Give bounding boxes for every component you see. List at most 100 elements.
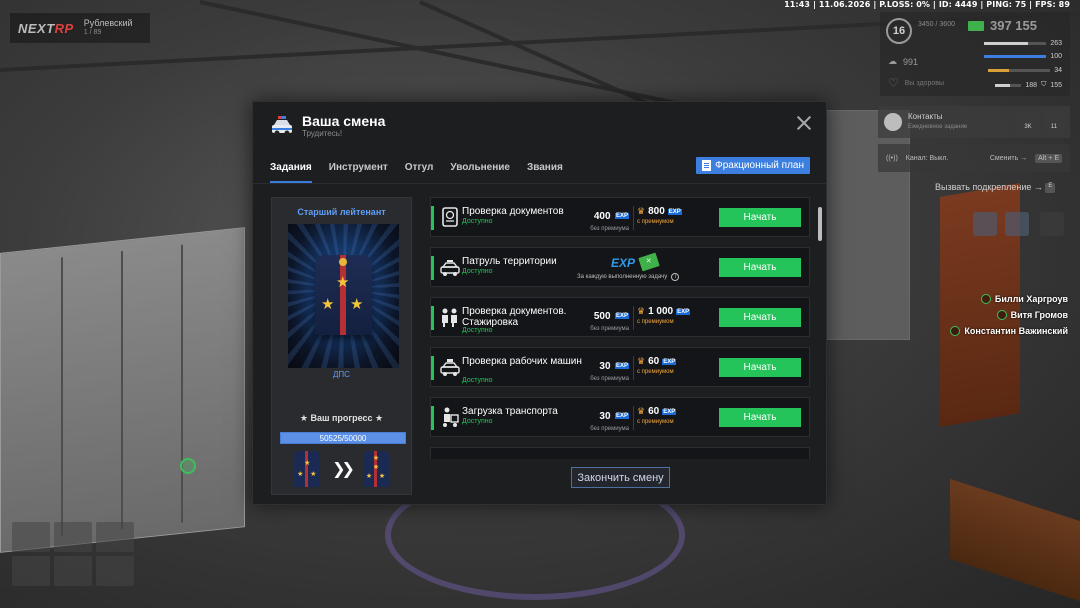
inventory-slot[interactable] (96, 522, 134, 552)
voice-player: Константин Важинский (950, 323, 1068, 339)
task-item: Загрузка транспорта Доступно 30 EXP без … (430, 397, 810, 437)
microphone-icon (950, 326, 961, 336)
crown-icon: ♛ (637, 406, 646, 416)
window-title: Ваша смена (302, 113, 386, 129)
tab-day-off[interactable]: Отгул (405, 162, 434, 183)
task-status: Доступно (462, 418, 493, 425)
shift-window: Ваша смена Трудитесь! Задания Инструмент… (252, 101, 827, 505)
rank-insignia-image: ★ ★ ★ (288, 224, 399, 368)
tab-tasks[interactable]: Задания (270, 162, 312, 183)
daily-reward-tile[interactable]: 11 (1044, 110, 1064, 134)
officers-icon (442, 308, 457, 327)
microphone-icon (996, 310, 1007, 320)
contacts-title: Контакты (908, 112, 943, 121)
voice-players-list: Билли Харгроув Витя Громов Константин Ва… (950, 291, 1068, 339)
call-backup[interactable]: Вызвать подкрепление → E (935, 182, 1056, 193)
task-list: Проверка документов Доступно 400 EXP без… (430, 197, 810, 459)
inventory-slot[interactable] (54, 556, 92, 586)
quick-actions (973, 212, 1029, 236)
radio-label: Канал: Выкл. (905, 154, 949, 162)
task-name: Проверка рабочих машин (462, 356, 582, 367)
voice-player: Билли Харгроув (950, 291, 1068, 307)
task-item: Проверка рабочих машин Доступно 30 EXP б… (430, 347, 810, 387)
rank-card: Старший лейтенант ★ ★ ★ ДПС ★ Ваш прогре… (271, 197, 412, 495)
radio-keys: Alt + E (1035, 153, 1062, 163)
premium-exp-reward: ♛ 800 EXP с премиумом (637, 206, 682, 225)
task-status: Доступно (462, 218, 493, 225)
progress-title: ★ Ваш прогресс ★ (299, 413, 384, 423)
coins-icon: ☁ (888, 56, 897, 66)
crown-icon: ♛ (637, 206, 646, 216)
radio-icon: ((•)) (886, 154, 898, 162)
region-label: Рублевский 1 / 89 (83, 18, 133, 36)
start-task-button[interactable]: Начать (719, 358, 801, 377)
wooden-bench (950, 478, 1080, 602)
task-list-scrollbar[interactable] (818, 207, 822, 241)
police-car-icon (272, 116, 292, 136)
rank-progress-bar: 50525/50000 (280, 432, 406, 444)
server-info: 11:43 | 11.06.2026 | P.LOSS: 0% | ID: 44… (784, 0, 1070, 9)
police-car-icon (440, 260, 460, 276)
start-task-button[interactable]: Начать (719, 408, 801, 427)
window-subtitle: Трудитесь! (302, 129, 343, 138)
calendar-icon[interactable] (973, 212, 997, 236)
task-item: Проверка документов Доступно 400 EXP без… (430, 197, 810, 237)
close-icon[interactable] (796, 115, 812, 131)
document-icon (702, 160, 712, 171)
reward-note: За каждую выполненную задачу i (577, 273, 680, 281)
inventory-slot[interactable] (96, 556, 134, 586)
loader-icon (443, 407, 459, 427)
radio-channel[interactable]: ((•)) Канал: Выкл. Сменить → Alt + E (878, 144, 1070, 172)
exp-counter: 3450 / 3600 (918, 21, 955, 28)
contacts-subtitle: Ежедневное задание (908, 124, 968, 130)
shield-icon: ⛉ (1041, 81, 1047, 88)
rank-name: Старший лейтенант (297, 207, 386, 217)
premium-exp-reward: ♛ 60 EXP с премиумом (637, 406, 677, 425)
start-task-button[interactable]: Начать (719, 308, 801, 327)
faction-plan-button[interactable]: Фракционный план (696, 157, 810, 174)
cash-icon (968, 20, 984, 31)
task-item: Проверка документов. Стажировка Доступно… (430, 297, 810, 337)
voice-player: Витя Громов (950, 307, 1068, 323)
contacts-widget[interactable]: Контакты Ежедневное задание 3K 11 (878, 106, 1070, 138)
taxi-icon (440, 359, 460, 376)
exp-reward: 500 EXP без премиума (590, 311, 629, 332)
contact-icon (884, 113, 902, 131)
task-name: Патруль территории (462, 256, 557, 267)
info-icon[interactable]: i (671, 273, 680, 281)
key-hint: E (1045, 182, 1056, 193)
next-rank-icon: ★ ★ ★ ★ (362, 451, 389, 487)
inventory-slot[interactable] (12, 522, 50, 552)
tab-ranks[interactable]: Звания (527, 162, 563, 183)
coins-display: ☁ 991 (888, 56, 919, 67)
arrow-right-icon: ❯❯ (332, 461, 355, 478)
player-stats-panel: 16 3450 / 3600 397 155 ☁ 991 ♡ Вы здоров… (880, 12, 1070, 96)
window-header: Ваша смена Трудитесь! (270, 114, 385, 138)
server-logo: NEXTRP Рублевский 1 / 89 (10, 13, 150, 43)
interaction-marker[interactable] (180, 458, 196, 474)
start-task-button[interactable]: Начать (719, 208, 801, 227)
money-display: 397 155 (968, 18, 1037, 33)
start-task-button[interactable]: Начать (719, 258, 801, 277)
task-status: Доступно (462, 268, 493, 275)
task-name: Проверка документов (462, 206, 564, 217)
premium-exp-reward: ♛ 60 EXP с премиумом (637, 356, 677, 375)
tab-dismissal[interactable]: Увольнение (450, 162, 510, 183)
radio-switch: Сменить → (989, 154, 1028, 162)
stat-row: 263 (984, 40, 1062, 47)
inventory-slot[interactable] (12, 556, 50, 586)
phone-icon[interactable] (1005, 212, 1029, 236)
crown-icon: ♛ (637, 306, 646, 316)
task-status: Доступно (462, 377, 493, 384)
daily-reward-tile[interactable]: 3K (1018, 110, 1038, 134)
bell-icon[interactable] (1040, 212, 1064, 236)
tab-divider (253, 183, 826, 184)
tab-tools[interactable]: Инструмент (329, 162, 388, 183)
finish-shift-button[interactable]: Закончить смену (571, 467, 670, 488)
inventory-slot[interactable] (54, 522, 92, 552)
shoulder-board-icon: ★ ★ ★ (315, 255, 372, 335)
task-name: Загрузка транспорта (462, 406, 558, 417)
stat-row: 100 (984, 53, 1062, 60)
task-item-partial (430, 447, 810, 459)
tab-bar: Задания Инструмент Отгул Увольнение Зван… (270, 162, 563, 183)
